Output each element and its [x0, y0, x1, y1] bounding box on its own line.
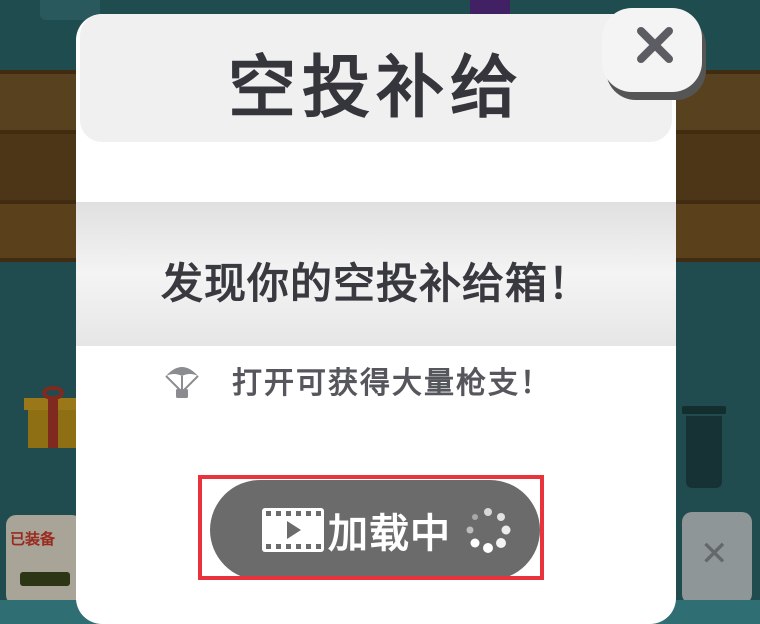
close-icon	[637, 27, 673, 63]
close-button[interactable]	[602, 8, 706, 100]
button-highlight-outline	[198, 475, 544, 580]
dialog-subtitle: 打开可获得大量枪支！	[232, 366, 552, 401]
subtitle-row: 打开可获得大量枪支！	[162, 360, 552, 401]
parachute-icon	[165, 367, 199, 398]
dialog-header: 空投补给	[80, 14, 672, 142]
dialog-title: 空投补给	[227, 49, 524, 128]
dialog-message: 发现你的空投补给箱！	[160, 259, 591, 308]
